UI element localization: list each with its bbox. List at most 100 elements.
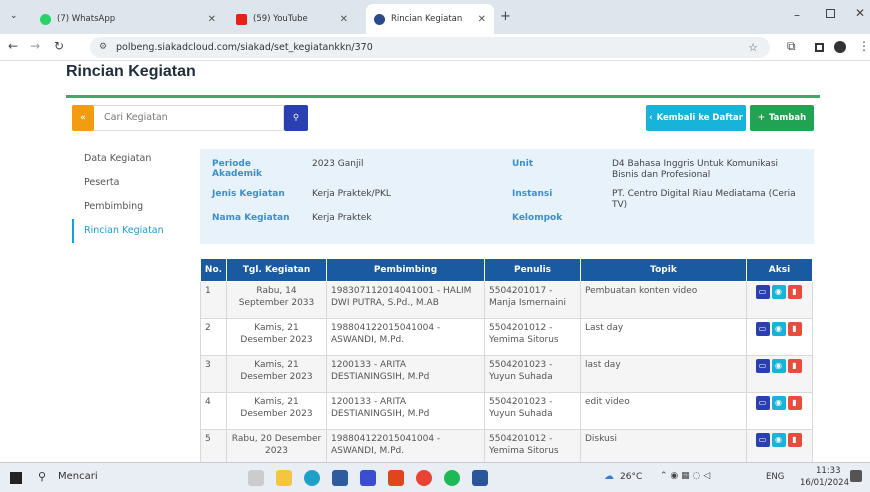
close-tab-icon[interactable]: ✕ bbox=[478, 14, 486, 25]
close-tab-icon[interactable]: ✕ bbox=[340, 14, 348, 25]
instansi-value: PT. Centro Digital Riau Mediatama (Ceria… bbox=[612, 189, 796, 210]
windows-start-icon[interactable] bbox=[10, 472, 22, 484]
reload-icon[interactable]: ↻ bbox=[54, 39, 64, 53]
row-date: Rabu, 20 Desember 2023 bbox=[226, 429, 327, 462]
detail-button[interactable]: ◉ bbox=[771, 322, 786, 336]
nama-label: Nama Kegiatan bbox=[212, 213, 290, 223]
profile-avatar[interactable] bbox=[834, 41, 846, 53]
page-title: Rincian Kegiatan bbox=[66, 63, 196, 80]
search-icon: ⚲ bbox=[292, 113, 300, 123]
bookmark-star-icon[interactable]: ☆ bbox=[748, 37, 758, 58]
view-button[interactable]: ▭ bbox=[755, 322, 770, 336]
detail-button[interactable]: ◉ bbox=[771, 396, 786, 410]
delete-button[interactable]: ▮ bbox=[787, 396, 802, 410]
minimize-button[interactable]: – bbox=[794, 8, 800, 22]
periode-value: 2023 Ganjil bbox=[312, 159, 364, 169]
row-pembimbing: 1200133 - ARITA DESTIANINGSIH, M.Pd bbox=[326, 392, 485, 430]
activity-table: No. Tgl. Kegiatan Pembimbing Penulis Top… bbox=[200, 258, 813, 462]
delete-button[interactable]: ▮ bbox=[787, 285, 802, 299]
detail-button[interactable]: ◉ bbox=[771, 285, 786, 299]
tab-label: (59) YouTube bbox=[253, 14, 308, 24]
col-header: Aksi bbox=[746, 258, 813, 282]
sidepanel-icon[interactable] bbox=[815, 43, 824, 52]
collapse-toggle-button[interactable]: « bbox=[72, 105, 94, 131]
tab-rincian-kegiatan[interactable]: Rincian Kegiatan ✕ bbox=[366, 4, 494, 34]
task-view-icon[interactable] bbox=[248, 470, 264, 486]
sidebar-item-data-kegiatan[interactable]: Data Kegiatan bbox=[72, 147, 182, 171]
instansi-label: Instansi bbox=[512, 189, 553, 199]
maximize-button[interactable] bbox=[826, 9, 835, 18]
forward-icon[interactable]: → bbox=[30, 39, 40, 53]
app-icon[interactable] bbox=[360, 470, 376, 486]
row-pembimbing: 1200133 - ARITA DESTIANINGSIH, M.Pd bbox=[326, 355, 485, 393]
view-button[interactable]: ▭ bbox=[755, 396, 770, 410]
tab-youtube[interactable]: (59) YouTube ✕ bbox=[228, 4, 356, 34]
row-penulis: 5504201017 - Manja Ismernaini bbox=[484, 281, 581, 319]
col-header: Penulis bbox=[484, 258, 581, 282]
browser-toolbar: ← → ↻ ⚙ polbeng.siakadcloud.com/siakad/s… bbox=[0, 34, 870, 61]
extensions-icon[interactable]: ⧉ bbox=[787, 39, 796, 54]
jenis-value: Kerja Praktek/PKL bbox=[312, 189, 391, 199]
tab-list-dropdown-icon[interactable]: ⌄ bbox=[10, 11, 18, 21]
row-date: Kamis, 21 Desember 2023 bbox=[226, 392, 327, 430]
delete-button[interactable]: ▮ bbox=[787, 433, 802, 447]
view-button[interactable]: ▭ bbox=[755, 359, 770, 373]
url-text: polbeng.siakadcloud.com/siakad/set_kegia… bbox=[116, 42, 373, 53]
office-icon[interactable] bbox=[388, 470, 404, 486]
view-button[interactable]: ▭ bbox=[755, 433, 770, 447]
back-icon[interactable]: ← bbox=[8, 39, 18, 53]
row-pembimbing: 198804122015041004 - ASWANDI, M.Pd. bbox=[326, 429, 485, 462]
col-header: No. bbox=[200, 258, 227, 282]
row-actions: ▭ ◉ ▮ bbox=[746, 392, 813, 430]
row-no: 3 bbox=[200, 355, 227, 393]
sidebar-item-pembimbing[interactable]: Pembimbing bbox=[72, 195, 182, 219]
clock-time[interactable]: 11:33 bbox=[816, 466, 841, 476]
file-explorer-icon[interactable] bbox=[276, 470, 292, 486]
detail-button[interactable]: ◉ bbox=[771, 433, 786, 447]
search-input[interactable]: Cari Kegiatan bbox=[94, 105, 284, 131]
weather-temp[interactable]: 26°C bbox=[620, 472, 642, 482]
table-row: 3 Kamis, 21 Desember 2023 1200133 - ARITA … bbox=[200, 355, 813, 393]
system-tray-icons[interactable]: ⌃ ◉ ▦ ◌ ◁ bbox=[660, 471, 710, 481]
table-header-row: No. Tgl. Kegiatan Pembimbing Penulis Top… bbox=[200, 258, 813, 282]
new-tab-button[interactable]: + bbox=[500, 9, 511, 24]
close-window-button[interactable]: ✕ bbox=[855, 6, 865, 20]
back-to-list-button[interactable]: ‹ Kembali ke Daftar bbox=[646, 105, 746, 131]
delete-button[interactable]: ▮ bbox=[787, 359, 802, 373]
search-row: « Cari Kegiatan ⚲ ‹ Kembali ke Daftar + … bbox=[66, 105, 820, 135]
mail-icon[interactable] bbox=[332, 470, 348, 486]
word-icon[interactable] bbox=[472, 470, 488, 486]
search-button[interactable]: ⚲ bbox=[284, 105, 308, 131]
clock-date[interactable]: 16/01/2024 bbox=[800, 478, 849, 488]
row-penulis: 5504201012 - Yemima Sitorus bbox=[484, 318, 581, 356]
row-topik: Diskusi bbox=[580, 429, 747, 462]
spotify-icon[interactable] bbox=[444, 470, 460, 486]
edge-icon[interactable] bbox=[304, 470, 320, 486]
close-tab-icon[interactable]: ✕ bbox=[208, 14, 216, 25]
chrome-icon[interactable] bbox=[416, 470, 432, 486]
language-indicator[interactable]: ENG bbox=[766, 472, 784, 482]
table-row: 4 Kamis, 21 Desember 2023 1200133 - ARITA … bbox=[200, 392, 813, 430]
sidebar-item-peserta[interactable]: Peserta bbox=[72, 171, 182, 195]
taskbar-search-icon[interactable]: ⚲ bbox=[38, 470, 46, 483]
delete-button[interactable]: ▮ bbox=[787, 322, 802, 336]
col-header: Pembimbing bbox=[326, 258, 485, 282]
row-no: 4 bbox=[200, 392, 227, 430]
menu-kebab-icon[interactable]: ⋮ bbox=[858, 39, 870, 53]
periode-label: Periode Akademik bbox=[212, 159, 263, 179]
view-button[interactable]: ▭ bbox=[755, 285, 770, 299]
browser-tab-bar: ⌄ (7) WhatsApp ✕ (59) YouTube ✕ Rincian … bbox=[0, 0, 870, 34]
sidebar-item-rincian-kegiatan[interactable]: Rincian Kegiatan bbox=[72, 219, 182, 243]
row-no: 1 bbox=[200, 281, 227, 319]
add-button[interactable]: + Tambah bbox=[750, 105, 814, 131]
address-bar[interactable]: ⚙ polbeng.siakadcloud.com/siakad/set_keg… bbox=[90, 37, 770, 58]
notification-icon[interactable] bbox=[850, 470, 862, 482]
site-info-icon[interactable]: ⚙ bbox=[99, 37, 107, 58]
detail-button[interactable]: ◉ bbox=[771, 359, 786, 373]
row-no: 2 bbox=[200, 318, 227, 356]
row-pembimbing: 198307112014041001 - HALIM DWI PUTRA, S.… bbox=[326, 281, 485, 319]
taskbar-search-text[interactable]: Mencari bbox=[58, 471, 98, 482]
tab-whatsapp[interactable]: (7) WhatsApp ✕ bbox=[32, 4, 224, 34]
weather-icon[interactable]: ☁ bbox=[604, 471, 614, 482]
row-penulis: 5504201023 - Yuyun Suhada bbox=[484, 392, 581, 430]
